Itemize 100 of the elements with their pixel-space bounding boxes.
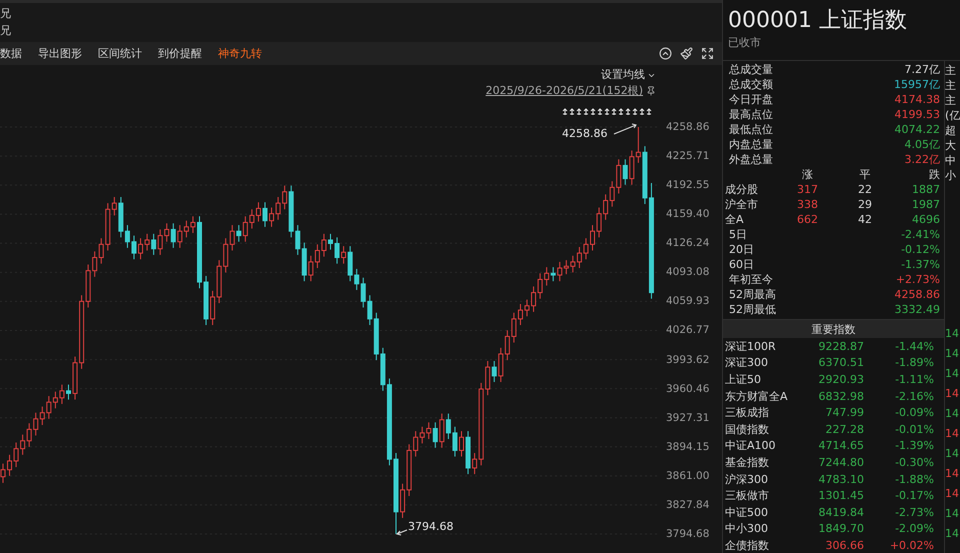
axis-label: 4126.24 xyxy=(666,236,710,250)
candlestick xyxy=(236,224,242,242)
index-value: 4783.10 xyxy=(818,472,864,486)
axis-label: 4192.55 xyxy=(666,178,710,192)
stat-label: 今日开盘 xyxy=(729,92,773,107)
unchanged-count: 22 xyxy=(857,183,873,196)
period-label: 52周最低 xyxy=(729,302,776,317)
candlestick xyxy=(170,222,176,248)
index-name: 深证100R xyxy=(725,338,777,354)
period-label: 20日 xyxy=(729,242,754,257)
side-label: 兄 xyxy=(0,23,12,39)
stat-value: 3.22亿 xyxy=(904,152,940,167)
index-value: 8419.84 xyxy=(818,506,864,519)
stat-label: 最低点位 xyxy=(729,122,773,137)
toolbar-item[interactable]: 到价提醒 xyxy=(158,46,202,61)
index-change: -0.17% xyxy=(894,489,934,502)
leader-line xyxy=(614,124,637,134)
index-value: 747.99 xyxy=(824,406,864,420)
toolbar-item[interactable]: 神奇九转 xyxy=(218,46,262,61)
axis-label: 3861.00 xyxy=(666,468,710,483)
index-name: 三板成指 xyxy=(725,405,770,420)
stat-label: 总成交量 xyxy=(729,62,773,77)
index-name: 国债指数 xyxy=(725,422,770,437)
breadth-label: 全A xyxy=(725,212,745,227)
axis-label: 3993.62 xyxy=(666,352,710,366)
date-range-link[interactable]: 2025/9/26-2026/5/21(152根) xyxy=(486,83,643,99)
index-value: 1849.70 xyxy=(818,522,864,536)
candlestick xyxy=(439,413,444,448)
candlestick xyxy=(492,360,497,383)
index-name: 上证50 xyxy=(725,372,762,387)
stat-value: 15957亿 xyxy=(894,77,940,92)
pin-icon[interactable] xyxy=(646,86,656,96)
toolbar-item[interactable]: 导出图形 xyxy=(38,46,82,61)
axis-label: 4093.08 xyxy=(666,265,710,280)
index-name: 沪深300 xyxy=(725,472,769,487)
decliners-count: 4696 xyxy=(911,213,940,226)
edge-label: 中 xyxy=(945,153,957,168)
index-value: 2920.93 xyxy=(818,372,864,386)
stat-value: 4199.53 xyxy=(894,108,940,121)
index-name: 中证A100 xyxy=(725,438,777,454)
breadth-label: 沪全市 xyxy=(725,197,759,212)
index-change: -0.01% xyxy=(894,422,934,436)
edge-value: 14 xyxy=(945,526,960,542)
candlestick xyxy=(341,246,346,264)
toolbar-item[interactable]: 区间统计 xyxy=(98,46,142,61)
index-name: 中小300 xyxy=(725,521,769,536)
index-change: -1.11% xyxy=(894,372,934,386)
unchanged-count: 29 xyxy=(857,198,873,211)
axis-label: 4159.40 xyxy=(666,207,710,222)
fullscreen-icon[interactable] xyxy=(701,47,714,60)
index-name: 东方财富全A xyxy=(725,388,789,404)
column-header: 跌 xyxy=(928,167,940,182)
unchanged-count: 42 xyxy=(857,213,873,226)
period-label: 60日 xyxy=(729,257,754,272)
index-change: -0.09% xyxy=(894,406,934,420)
edge-label: 主 xyxy=(945,78,957,93)
edge-label: (亿 xyxy=(945,108,960,123)
axis-label: 3960.46 xyxy=(666,382,710,396)
index-change: -2.16% xyxy=(894,390,934,403)
advancers-count: 662 xyxy=(796,213,819,226)
index-value: 4714.65 xyxy=(818,439,864,452)
ma-setting-dropdown[interactable]: 设置均线 xyxy=(601,67,645,83)
column-header: 涨 xyxy=(801,167,814,182)
index-name: 深证300 xyxy=(725,355,769,370)
toolbar-item[interactable]: 数据 xyxy=(0,46,22,61)
index-change: -2.73% xyxy=(894,506,934,519)
period-value: 3332.49 xyxy=(894,303,940,316)
breadth-label: 成分股 xyxy=(725,182,759,197)
edge-value: 14 xyxy=(945,326,960,342)
column-header: 平 xyxy=(858,167,872,182)
axis-label: 4258.86 xyxy=(666,120,710,134)
index-value: 9228.87 xyxy=(818,340,864,353)
candlestick xyxy=(459,430,464,458)
edge-label: 大 xyxy=(945,138,957,153)
axis-label: 3827.84 xyxy=(666,498,710,512)
section-title: 重要指数 xyxy=(812,322,856,336)
index-change: -1.89% xyxy=(894,356,934,370)
edge-value: 14 xyxy=(945,406,960,422)
period-value: -1.37% xyxy=(901,258,940,271)
index-value: 6832.98 xyxy=(818,390,864,403)
side-label: 兄 xyxy=(0,6,12,22)
index-value: 306.66 xyxy=(824,538,864,552)
stat-label: 总成交额 xyxy=(729,77,773,92)
edge-value: 14 xyxy=(945,386,960,402)
axis-label: 4026.77 xyxy=(666,323,710,338)
candlestick xyxy=(262,202,268,228)
stat-label: 最高点位 xyxy=(729,107,773,122)
edge-value: 14 xyxy=(945,466,960,482)
stat-value: 7.27亿 xyxy=(904,62,940,77)
period-value: -2.41% xyxy=(901,228,940,241)
market-status: 已收市 xyxy=(728,35,762,51)
edge-value: 14 xyxy=(945,346,960,362)
candlestick xyxy=(66,384,71,400)
brush-icon[interactable] xyxy=(680,47,693,60)
high-price-label: 4258.86 xyxy=(562,127,608,140)
candlestick xyxy=(426,422,432,440)
candlestick xyxy=(164,222,170,242)
advancers-count: 317 xyxy=(796,183,819,196)
collapse-icon[interactable] xyxy=(659,47,672,60)
index-name: 企债指数 xyxy=(725,538,770,553)
